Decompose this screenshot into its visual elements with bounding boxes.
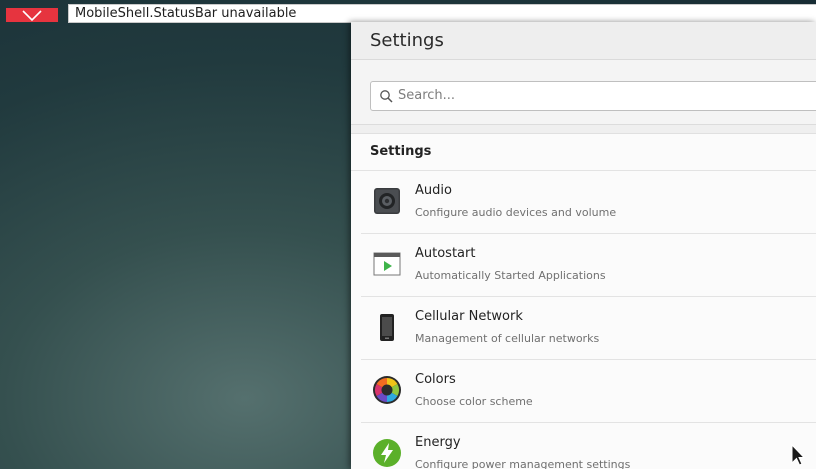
phone-icon [380,314,394,341]
search-icon [380,90,393,103]
list-item-energy[interactable]: Energy Configure power management settin… [361,423,816,469]
item-subtitle: Configure audio devices and volume [415,206,617,219]
energy-icon [373,439,401,467]
item-title: Cellular Network [415,309,523,324]
search-input[interactable]: Search... [370,81,816,111]
section-title: Settings [370,144,432,159]
autostart-icon [373,252,401,276]
item-title: Energy [415,435,461,450]
list-item-audio[interactable]: Audio Configure audio devices and volume [361,171,816,234]
section-header: Settings [351,134,816,171]
list-item-autostart[interactable]: Autostart Automatically Started Applicat… [361,234,816,297]
search-placeholder: Search... [398,88,456,103]
item-subtitle: Choose color scheme [415,395,533,408]
list-item-cellular-network[interactable]: Cellular Network Management of cellular … [361,297,816,360]
speaker-icon [374,188,400,214]
list-item-colors[interactable]: Colors Choose color scheme [361,360,816,423]
settings-panel: Settings Search... Settings Audio Config… [351,22,816,469]
item-title: Audio [415,183,452,198]
item-subtitle: Management of cellular networks [415,332,600,345]
item-subtitle: Configure power management settings [415,458,631,469]
search-area: Search... [351,60,816,125]
close-button[interactable] [6,8,58,22]
page-title: Settings [370,30,444,51]
mouse-cursor-icon [791,444,805,466]
color-wheel-icon [373,376,401,404]
item-title: Autostart [415,246,476,261]
status-bar: MobileShell.StatusBar unavailable [68,4,816,23]
divider [351,125,816,134]
panel-header: Settings [351,22,816,60]
item-subtitle: Automatically Started Applications [415,269,606,282]
close-icon [22,10,42,22]
status-bar-text: MobileShell.StatusBar unavailable [75,6,297,21]
item-title: Colors [415,372,456,387]
